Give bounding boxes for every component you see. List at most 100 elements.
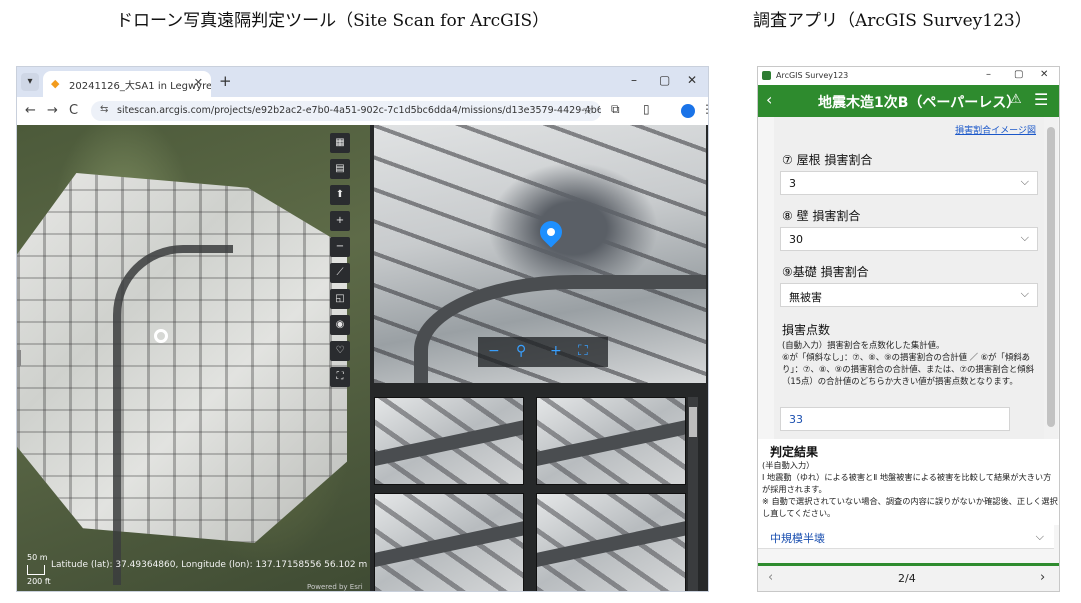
thumbnail-photo[interactable] — [536, 397, 686, 485]
foundation-damage-select[interactable]: 無被害 ⌵ — [780, 283, 1038, 307]
chevron-down-icon: ⌵ — [1020, 175, 1029, 188]
new-tab-icon[interactable]: + — [219, 72, 232, 90]
bookmark-star-icon[interactable]: ☆ — [582, 103, 593, 117]
road-overlay — [113, 245, 233, 585]
judgement-note-2: Ⅰ 地震動（ゆれ）による被害とⅡ 地盤被害による被害を比較して結果が大きい方が採… — [762, 472, 1052, 494]
reload-icon[interactable]: C — [69, 103, 78, 118]
back-icon[interactable]: ← — [25, 103, 36, 118]
main-drone-photo[interactable]: − ⚲ + ⛶ — [374, 125, 706, 383]
shield-icon[interactable]: ♡ — [330, 341, 350, 361]
damage-score-field: 33 — [780, 407, 1010, 431]
measure-line-icon[interactable]: ⟋ — [330, 263, 350, 283]
judgement-note-3: ※ 自動で選択されていない場合、調査の内容に誤りがないか確認後、正しく選択し直し… — [762, 496, 1058, 518]
survey-titlebar: ArcGIS Survey123 – ▢ ✕ — [758, 67, 1059, 85]
scale-label-metric: 50 m — [27, 553, 48, 562]
map-controls: ▦ ▤ ⬆ + − ⟋ ◱ ◉ ♡ ⛶ — [330, 133, 352, 393]
thumbnail-photo[interactable] — [374, 493, 524, 591]
forward-icon[interactable]: → — [47, 103, 58, 118]
location-icon[interactable]: ◉ — [330, 315, 350, 335]
survey-restore-icon[interactable]: ▢ — [1014, 69, 1023, 80]
restore-icon[interactable]: ▢ — [659, 73, 670, 87]
target-pin-icon[interactable] — [535, 216, 567, 248]
caption-survey123: 調査アプリ（ArcGIS Survey123） — [753, 11, 1032, 31]
photo-magnifier-icon[interactable]: ⚲ — [516, 343, 526, 359]
tab-strip: ▾ ◆ 20241126_大SA1 in Legwyrex ✕ + – ▢ ✕ — [17, 67, 708, 97]
orthomosaic-map[interactable]: ▦ ▤ ⬆ + − ⟋ ◱ ◉ ♡ ⛶ 50 m 200 ft Latitude… — [17, 125, 370, 591]
judgement-section: 判定結果 (半自動入力） Ⅰ 地震動（ゆれ）による被害とⅡ 地盤被害による被害を… — [758, 439, 1059, 525]
survey-minimize-icon[interactable]: – — [986, 69, 991, 80]
browser-tab[interactable]: ◆ 20241126_大SA1 in Legwyrex ✕ — [43, 71, 211, 97]
browser-toolbar: ← → C ⇆ sitescan.arcgis.com/projects/e92… — [17, 97, 708, 125]
fullscreen-icon[interactable]: ⛶ — [330, 367, 350, 387]
survey-header: ‹ 地震木造1次B（ペーパーレス） ⚠ ☰ — [758, 85, 1059, 117]
zoom-in-icon[interactable]: + — [330, 211, 350, 231]
damage-score-note-1: (自動入力）損害割合を点数化した集計値。 — [782, 340, 945, 350]
photo-fullscreen-icon[interactable]: ⛶ — [578, 343, 588, 359]
survey-scroll-thumb[interactable] — [1047, 127, 1055, 427]
damage-ratio-image-link[interactable]: 損害割合イメージ図 — [955, 123, 1036, 136]
scale-label-imperial: 200 ft — [27, 577, 51, 586]
thumbnail-photo[interactable] — [374, 397, 524, 485]
tab-title: 20241126_大SA1 in Legwyrex — [69, 81, 211, 92]
hamburger-menu-icon[interactable]: ☰ — [1034, 90, 1048, 109]
measure-area-icon[interactable]: ◱ — [330, 289, 350, 309]
chevron-down-icon: ⌵ — [1020, 231, 1029, 244]
zoom-out-icon[interactable]: − — [330, 237, 350, 257]
url-text: sitescan.arcgis.com/projects/e92b2ac2-e7… — [117, 105, 601, 116]
roof-damage-value: 3 — [789, 177, 796, 190]
sidebar-icon[interactable]: ▯ — [643, 102, 650, 116]
chevron-down-icon: ⌵ — [1020, 287, 1029, 300]
alert-icon[interactable]: ⚠ — [1010, 92, 1022, 107]
layers-icon[interactable]: ▦ — [330, 133, 350, 153]
foundation-damage-label: ⑨基礎 損害割合 — [782, 265, 869, 279]
damage-score-note-2: ⑥が「傾斜なし」：⑦、⑧、⑨の損害割合の合計値 ／ ⑥が「傾斜あり」：⑦、⑧、⑨… — [782, 352, 1034, 386]
roof-damage-label: ⑦ 屋根 損害割合 — [782, 153, 873, 167]
drone-photo-gallery: − ⚲ + ⛶ — [370, 125, 708, 591]
wall-damage-value: 30 — [789, 233, 803, 246]
extensions-icon[interactable]: ⧉ — [611, 102, 620, 117]
browser-window: ▾ ◆ 20241126_大SA1 in Legwyrex ✕ + – ▢ ✕ … — [16, 66, 709, 592]
caption-site-scan: ドローン写真遠隔判定ツール（Site Scan for ArcGIS） — [116, 11, 550, 31]
judgement-label: 判定結果 — [770, 445, 819, 459]
form-title: 地震木造1次B（ペーパーレス） — [818, 95, 1021, 111]
foundation-damage-value: 無被害 — [789, 291, 822, 304]
compass-icon[interactable]: ⬆ — [330, 185, 350, 205]
panel-handle[interactable] — [17, 350, 21, 366]
back-chevron-icon[interactable]: ‹ — [766, 90, 772, 109]
previous-page-icon[interactable]: ‹ — [768, 570, 773, 585]
address-bar[interactable]: ⇆ sitescan.arcgis.com/projects/e92b2ac2-… — [91, 101, 601, 121]
profile-avatar[interactable] — [681, 104, 695, 118]
survey-footer: ‹ 2/4 › — [758, 563, 1059, 591]
site-info-icon[interactable]: ⇆ — [100, 104, 108, 115]
menu-kebab-icon[interactable]: ⋮ — [701, 102, 708, 116]
coordinate-readout: Latitude (lat): 37.49364860, Longitude (… — [51, 560, 370, 570]
photo-zoom-out-icon[interactable]: − — [488, 343, 500, 359]
roof-damage-select[interactable]: 3 ⌵ — [780, 171, 1038, 195]
wall-damage-select[interactable]: 30 ⌵ — [780, 227, 1038, 251]
page: ドローン写真遠隔判定ツール（Site Scan for ArcGIS） 調査アプ… — [0, 0, 1081, 603]
tab-close-icon[interactable]: ✕ — [194, 76, 203, 89]
thumbnail-photo[interactable] — [536, 493, 686, 591]
gallery-scrollbar[interactable] — [688, 397, 698, 591]
tab-search-icon[interactable]: ▾ — [21, 73, 39, 91]
site-scan-favicon-icon: ◆ — [51, 77, 60, 90]
judgement-value: 中規模半壊 — [770, 532, 825, 545]
photo-controls: − ⚲ + ⛶ — [478, 337, 608, 367]
grid-icon[interactable]: ▤ — [330, 159, 350, 179]
minimize-icon[interactable]: – — [631, 73, 637, 87]
survey123-window: ArcGIS Survey123 – ▢ ✕ ‹ 地震木造1次B（ペーパーレス）… — [757, 66, 1060, 592]
damage-score-label: 損害点数 — [782, 323, 831, 337]
damage-score-value: 33 — [789, 413, 803, 426]
wall-damage-label: ⑧ 壁 損害割合 — [782, 209, 861, 223]
next-page-icon[interactable]: › — [1040, 570, 1045, 585]
photo-zoom-in-icon[interactable]: + — [550, 343, 562, 359]
survey-close-icon[interactable]: ✕ — [1040, 69, 1048, 80]
chevron-down-icon: ⌵ — [1035, 530, 1044, 543]
gallery-scroll-thumb[interactable] — [689, 407, 697, 437]
judgement-note-1: (半自動入力） — [762, 460, 815, 470]
close-window-icon[interactable]: ✕ — [687, 73, 697, 87]
location-marker[interactable] — [154, 329, 168, 343]
scale-bar — [27, 565, 45, 575]
judgement-select[interactable]: 中規模半壊 ⌵ — [758, 525, 1054, 549]
survey-app-title: ArcGIS Survey123 — [776, 71, 849, 80]
